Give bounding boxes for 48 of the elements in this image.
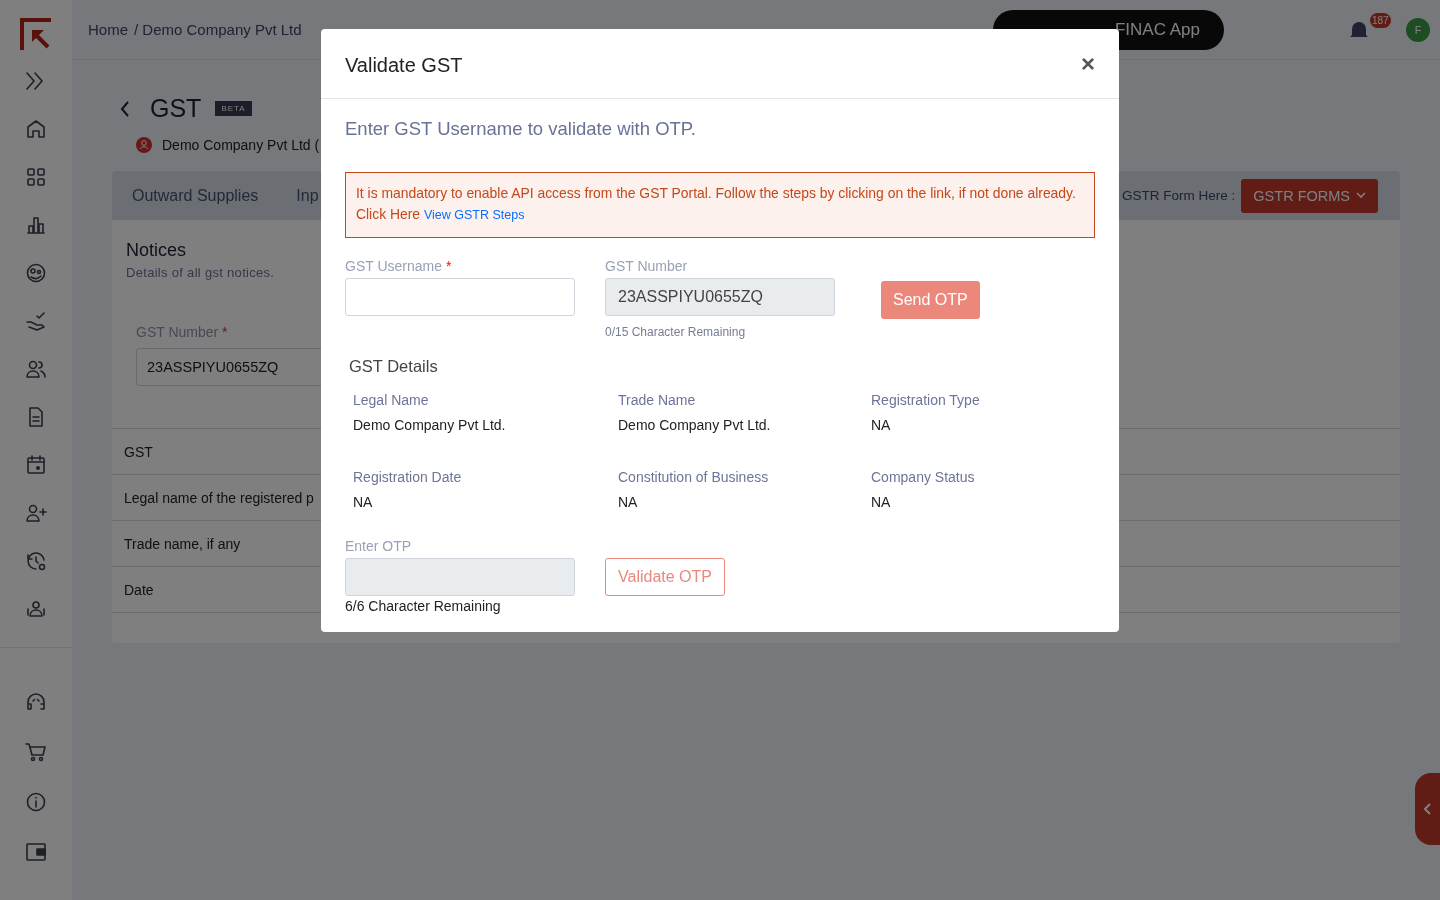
calendar-icon[interactable]: [24, 453, 48, 477]
field-label: GST Number: [605, 258, 689, 276]
gstr-form-label: GSTR Form Here :: [1122, 188, 1236, 203]
breadcrumb-item: / Demo Company Pvt Ltd: [134, 21, 302, 38]
field-label: GST Number *: [136, 324, 228, 340]
detail-label: Registration Type: [871, 392, 981, 408]
company-name: Demo Company Pvt Ltd (: [162, 137, 320, 153]
character-count: 0/15 Character Remaining: [605, 325, 747, 339]
tab[interactable]: Outward Supplies: [132, 186, 259, 205]
home-icon[interactable]: [24, 117, 48, 141]
page-title: GST: [150, 94, 202, 123]
grid-icon[interactable]: [24, 165, 48, 189]
notification-badge: 187: [1370, 12, 1391, 28]
face-icon[interactable]: [24, 261, 48, 285]
detail-value: NA: [353, 494, 374, 510]
gstr-forms-button[interactable]: GSTR FORMS: [1241, 178, 1378, 213]
modal-title: Validate GST: [345, 54, 464, 77]
detail-value: NA: [871, 494, 892, 510]
info-icon[interactable]: [24, 790, 48, 814]
user-icon: [136, 137, 152, 153]
gstr-steps-link[interactable]: View GSTR Steps: [423, 208, 525, 222]
back-icon[interactable]: [120, 99, 130, 118]
alert-message: It is mandatory to enable API access from the GST Portal. Follow the steps by clicking on the link, if not done already. Click Here View GSTR Steps: [345, 172, 1095, 238]
section-title: Notices: [126, 240, 187, 261]
wallet-icon[interactable]: [24, 840, 48, 864]
detail-value: NA: [618, 494, 639, 510]
field-label: GST Username *: [345, 258, 453, 276]
history-settings-icon[interactable]: [24, 549, 48, 573]
detail-label: Trade Name: [618, 392, 697, 408]
user-avatar[interactable]: F: [1406, 17, 1430, 42]
breadcrumb-link[interactable]: Home: [88, 21, 128, 38]
cart-icon[interactable]: [24, 740, 48, 764]
beta-badge: BETA: [215, 101, 252, 116]
side-tab[interactable]: [1415, 773, 1440, 845]
field-label: Enter OTP: [345, 538, 413, 556]
detail-label: Legal Name: [353, 392, 430, 408]
hand-check-icon[interactable]: [24, 309, 48, 333]
tab[interactable]: Inp: [296, 186, 319, 205]
logo-icon: [20, 17, 52, 51]
validate-otp-button[interactable]: Validate OTP: [605, 558, 725, 596]
chevron-left-icon: [1424, 803, 1431, 815]
character-count: 6/6 Character Remaining: [345, 598, 502, 614]
modal-instruction: Enter GST Username to validate with OTP.: [345, 118, 697, 140]
username-field[interactable]: [345, 278, 575, 316]
close-button[interactable]: ×: [1081, 51, 1095, 76]
section-title: GST Details: [349, 357, 439, 376]
chevron-down-icon: [1356, 192, 1366, 199]
section-subtitle: Details of all gst notices.: [126, 265, 275, 280]
